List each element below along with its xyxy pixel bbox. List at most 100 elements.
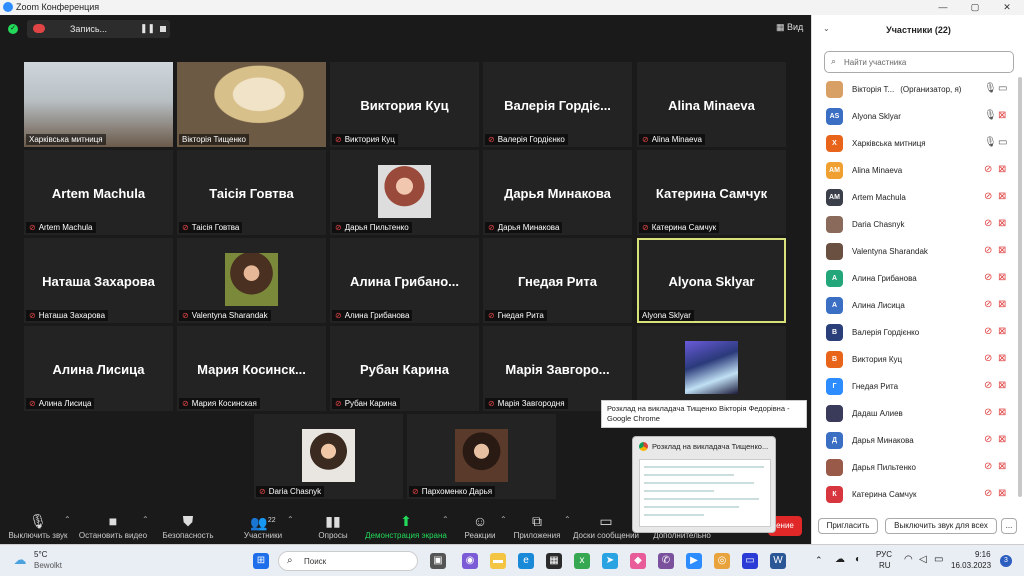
video-tile[interactable]: Гнедая Рита ⊘ Гнедая Рита <box>483 238 632 323</box>
mic-muted-icon[interactable]: ⊘ <box>984 353 992 364</box>
participant-row[interactable]: В Виктория Куц ⊘ ⊠ <box>812 347 1018 373</box>
participant-scrollbar[interactable] <box>1018 77 1022 497</box>
language-indicator[interactable]: РУС <box>876 550 892 559</box>
video-tile[interactable]: Наташа Захарова ⊘ Наташа Захарова <box>24 238 173 323</box>
app-icon[interactable]: ◆ <box>630 553 646 569</box>
video-camera-icon[interactable]: ▭ <box>998 83 1007 94</box>
close-icon[interactable]: ✕ <box>992 0 1022 15</box>
mute-button[interactable]: 🎙 Выключить звук ⌃ <box>2 510 74 544</box>
participant-row[interactable]: AM Alina Minaeva ⊘ ⊠ <box>812 158 1018 184</box>
maximize-icon[interactable]: ▢ <box>960 0 990 15</box>
pause-recording-icon[interactable]: ❚❚ <box>140 23 155 34</box>
chevron-up-icon[interactable]: ⌃ <box>287 515 294 524</box>
video-tile[interactable]: Харківська митниця <box>24 62 173 147</box>
microphone-icon[interactable]: 🎙 <box>984 137 997 148</box>
video-tile[interactable]: ⊘ Дарья Пильтенко <box>330 150 479 235</box>
video-off-icon[interactable]: ⊠ <box>998 218 1006 229</box>
participant-row[interactable]: Х Харківська митниця 🎙 ▭ <box>812 131 1018 157</box>
windows-start-icon[interactable]: ⊞ <box>253 553 269 569</box>
mic-muted-icon[interactable]: ⊘ <box>984 164 992 175</box>
video-tile[interactable]: Валерія Гордіє... ⊘ Валерія Гордієнко <box>483 62 632 147</box>
reactions-button[interactable]: ☺ Реакции ⌃ <box>460 510 507 544</box>
mic-muted-icon[interactable]: ⊘ <box>984 299 992 310</box>
microphone-icon[interactable]: 🎙 <box>984 110 997 121</box>
speaker-icon[interactable]: ◁ <box>919 554 927 565</box>
chevron-up-icon[interactable]: ⌃ <box>142 515 149 524</box>
video-off-icon[interactable]: ⊠ <box>998 353 1006 364</box>
participant-row[interactable]: AM Artem Machula ⊘ ⊠ <box>812 185 1018 211</box>
clock-date[interactable]: 16.03.2023 <box>951 561 991 570</box>
chevron-up-icon[interactable]: ⌃ <box>442 515 449 524</box>
video-off-icon[interactable]: ⊠ <box>998 299 1006 310</box>
edge-icon[interactable]: e <box>518 553 534 569</box>
video-off-icon[interactable]: ⊠ <box>998 407 1006 418</box>
participant-row[interactable]: Д Дарья Минакова ⊘ ⊠ <box>812 428 1018 454</box>
stop-video-button[interactable]: ■ Остановить видео ⌃ <box>76 510 150 544</box>
video-off-icon[interactable]: ⊠ <box>998 164 1006 175</box>
video-tile[interactable]: Виктория Куц ⊘ Виктория Куц <box>330 62 479 147</box>
participants-button[interactable]: 👥22 Участники ⌃ <box>238 510 294 544</box>
participant-row[interactable]: А Алина Грибанова ⊘ ⊠ <box>812 266 1018 292</box>
video-tile[interactable]: ⊘ Daria Chasnyk <box>254 414 403 499</box>
video-off-icon[interactable]: ⊠ <box>998 110 1006 121</box>
participant-row[interactable]: Вікторія Т... (Организатор, я) 🎙 ▭ <box>812 77 1018 103</box>
teams-chat-icon[interactable]: ◉ <box>462 553 478 569</box>
share-screen-button[interactable]: ⬆ Демонстрация экрана ⌃ <box>362 510 450 544</box>
minimize-icon[interactable]: — <box>928 0 958 15</box>
taskbar-search[interactable]: ⌕ Поиск <box>278 551 418 571</box>
battery-icon[interactable]: ▭ <box>934 554 943 565</box>
video-tile[interactable]: Рубан Карина ⊘ Рубан Карина <box>330 326 479 411</box>
clock-time[interactable]: 9:16 <box>975 550 991 559</box>
view-button[interactable]: ▦ Вид <box>776 22 803 33</box>
video-off-icon[interactable]: ⊠ <box>998 488 1006 499</box>
participant-row[interactable]: В Валерія Гордієнко ⊘ ⊠ <box>812 320 1018 346</box>
participant-row[interactable]: Дарья Пильтенко ⊘ ⊠ <box>812 455 1018 481</box>
mic-muted-icon[interactable]: ⊘ <box>984 407 992 418</box>
viber-icon[interactable]: ✆ <box>658 553 674 569</box>
mic-muted-icon[interactable]: ⊘ <box>984 326 992 337</box>
security-button[interactable]: ⛊ Безопасность <box>158 510 218 544</box>
panel-more-button[interactable]: ... <box>1001 518 1017 534</box>
video-tile[interactable]: Алина Грибано... ⊘ Алина Грибанова <box>330 238 479 323</box>
excel-icon[interactable]: x <box>574 553 590 569</box>
video-tile[interactable]: Таісія Говтва ⊘ Таісія Говтва <box>177 150 326 235</box>
participant-row[interactable]: Г Гнедая Рита ⊘ ⊠ <box>812 374 1018 400</box>
mic-muted-icon[interactable]: ⊘ <box>984 272 992 283</box>
mic-muted-icon[interactable]: ⊘ <box>984 434 992 445</box>
whiteboards-button[interactable]: ▭ Доски сообщений <box>571 510 641 544</box>
video-off-icon[interactable]: ⊠ <box>998 326 1006 337</box>
notification-badge[interactable]: 3 <box>1000 555 1012 567</box>
video-tile[interactable]: Алина Лисица ⊘ Алина Лисица <box>24 326 173 411</box>
video-tile[interactable]: Вікторія Тищенко <box>177 62 326 147</box>
video-tile[interactable]: ⊘ Пархоменко Дарья <box>407 414 556 499</box>
mic-muted-icon[interactable]: ⊘ <box>984 218 992 229</box>
participant-row[interactable]: Daria Chasnyk ⊘ ⊠ <box>812 212 1018 238</box>
telegram-icon[interactable]: ➤ <box>602 553 618 569</box>
shield-check-icon[interactable]: ✓ <box>8 24 18 34</box>
video-off-icon[interactable]: ⊠ <box>998 461 1006 472</box>
file-explorer-icon[interactable]: ▬ <box>490 553 506 569</box>
zoom-taskbar-icon[interactable]: ▶ <box>686 553 702 569</box>
video-tile[interactable]: Artem Machula ⊘ Artem Machula <box>24 150 173 235</box>
polls-button[interactable]: ▮▮ Опросы <box>313 510 353 544</box>
video-tile[interactable]: Мария Косинск... ⊘ Мария Косинская <box>177 326 326 411</box>
participant-row[interactable]: А Алина Лисица ⊘ ⊠ <box>812 293 1018 319</box>
chrome-taskbar-icon[interactable]: ◎ <box>714 553 730 569</box>
video-off-icon[interactable]: ⊠ <box>998 191 1006 202</box>
video-off-icon[interactable]: ⊠ <box>998 272 1006 283</box>
chevron-up-icon[interactable]: ⌃ <box>564 515 571 524</box>
participant-row[interactable]: AS Alyona Sklyar 🎙 ⊠ <box>812 104 1018 130</box>
mic-muted-icon[interactable]: ⊘ <box>984 380 992 391</box>
zoom-app-icon[interactable]: ▭ <box>742 553 758 569</box>
task-view-icon[interactable]: ▣ <box>430 553 446 569</box>
mic-muted-icon[interactable]: ⊘ <box>984 488 992 499</box>
word-icon[interactable]: W <box>770 553 786 569</box>
wifi-icon[interactable]: ◠ <box>904 554 913 565</box>
video-camera-icon[interactable]: ▭ <box>998 137 1007 148</box>
participant-row[interactable]: К Катерина Самчук ⊘ ⊠ <box>812 482 1018 508</box>
mic-muted-icon[interactable]: ⊘ <box>984 191 992 202</box>
participant-search[interactable]: ⌕ Найти участника <box>824 51 1014 73</box>
invite-button[interactable]: Пригласить <box>818 518 878 534</box>
video-tile[interactable] <box>637 326 786 411</box>
cloud-icon[interactable]: ☁ <box>835 554 845 565</box>
